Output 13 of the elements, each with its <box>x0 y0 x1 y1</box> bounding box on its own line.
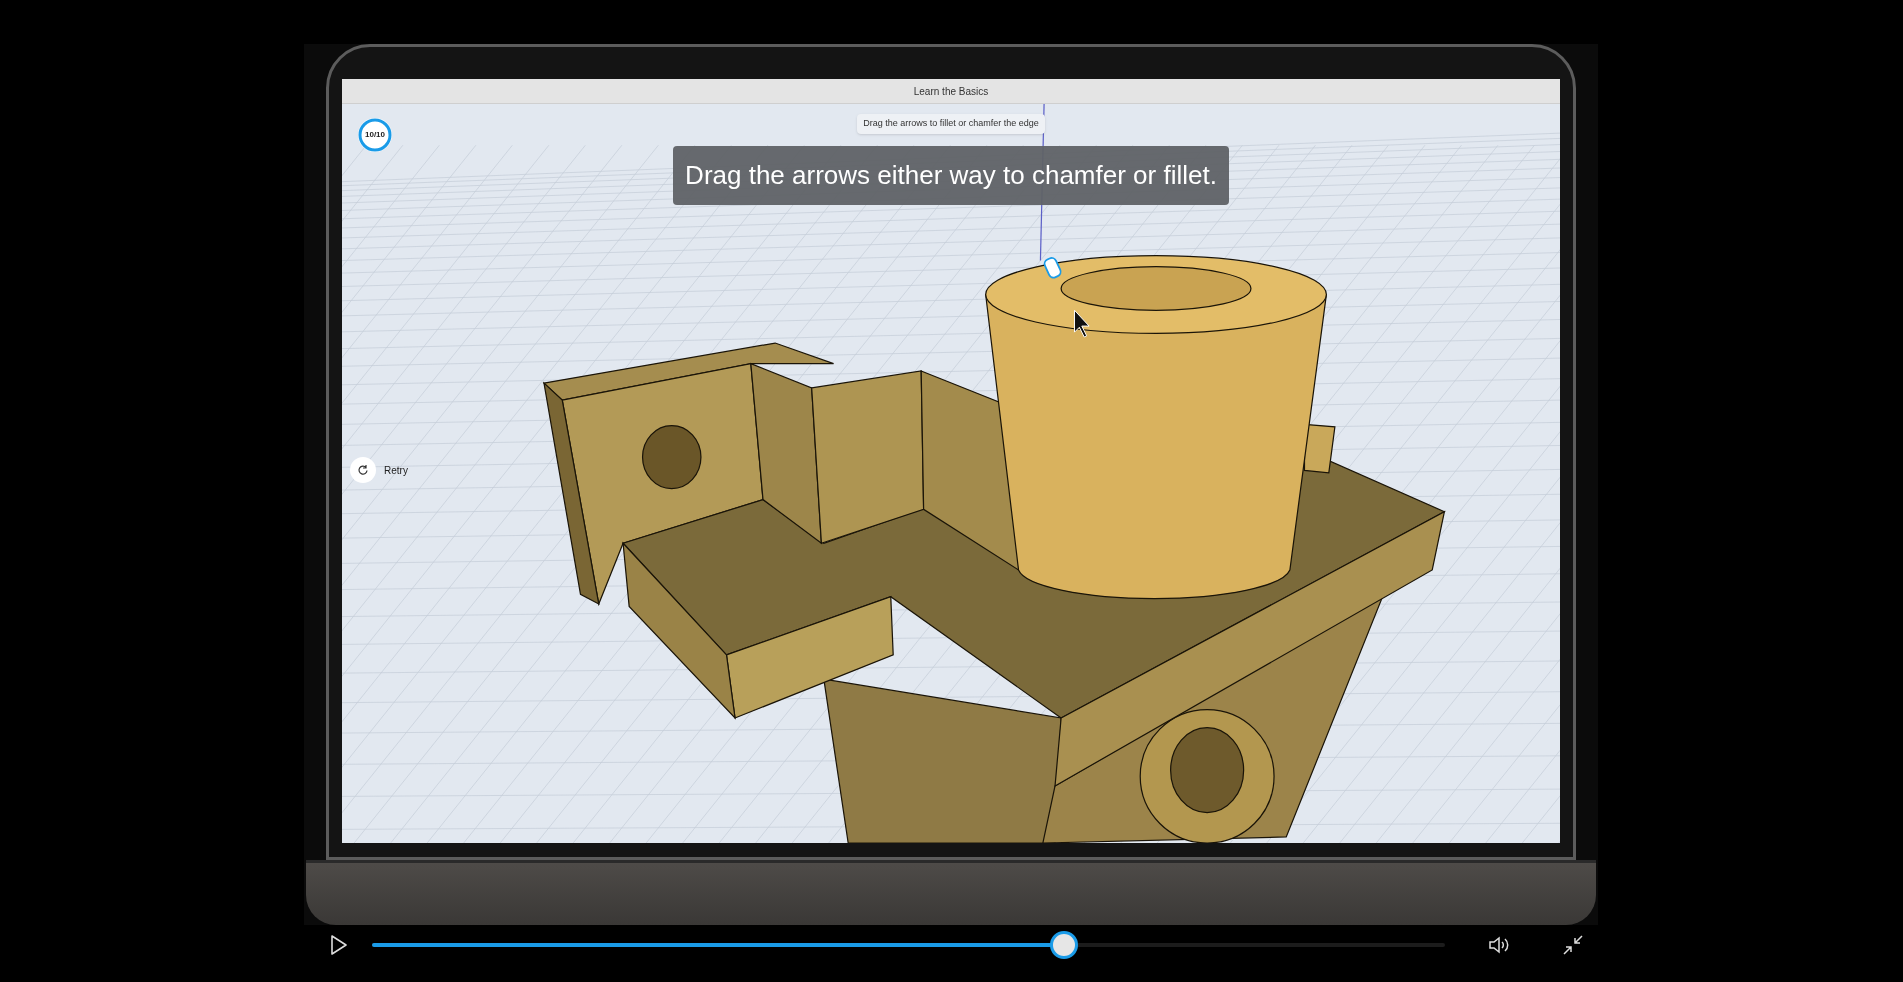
volume-icon[interactable] <box>1487 934 1511 956</box>
caption-text: Drag the arrows either way to chamfer or fillet. <box>673 145 1229 205</box>
progress-ring <box>358 118 392 152</box>
progress-count: 10/10 <box>365 129 385 141</box>
seek-thumb[interactable] <box>1050 931 1079 959</box>
cursor-icon <box>1074 309 1090 338</box>
hint-tooltip: Drag the arrows to fillet or chamfer the edge <box>857 114 1045 134</box>
retry-label[interactable]: Retry <box>384 462 408 478</box>
seek-bar[interactable] <box>372 930 1445 960</box>
drag-handle-icon[interactable] <box>1042 255 1064 281</box>
exit-fullscreen-icon[interactable] <box>1561 933 1585 957</box>
window-title: Learn the Basics <box>913 84 989 99</box>
retry-icon <box>357 464 369 476</box>
